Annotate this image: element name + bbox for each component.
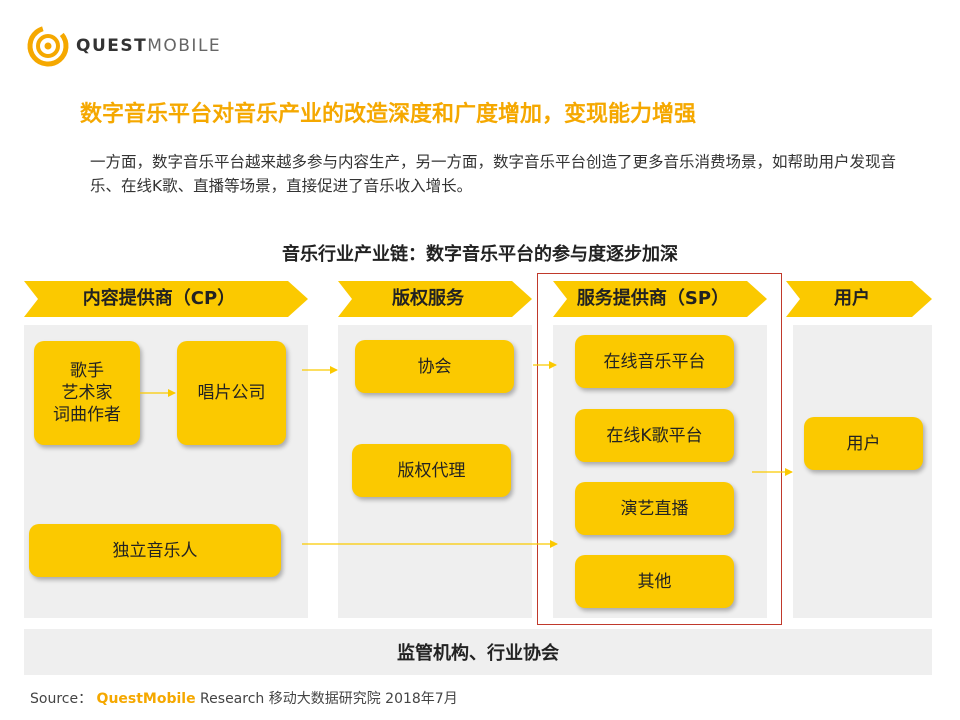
source-brand: QuestMobile — [96, 691, 196, 707]
source-prefix: Source： — [30, 691, 93, 707]
flow-arrows — [140, 361, 793, 548]
source-note: Source： QuestMobile Research 移动大数据研究院 20… — [30, 688, 458, 708]
regulators-bar: 监管机构、行业协会 — [24, 629, 932, 675]
source-rest: Research 移动大数据研究院 2018年7月 — [195, 691, 458, 707]
